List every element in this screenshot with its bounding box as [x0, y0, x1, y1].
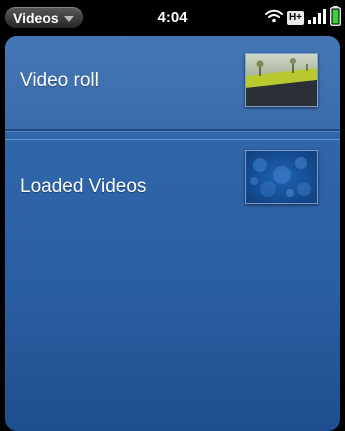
list-item-loaded-videos[interactable]: Loaded Videos	[5, 142, 340, 235]
status-icons: H+	[264, 5, 341, 31]
status-bar: Videos 4:04 H+	[0, 0, 345, 36]
row-divider	[5, 139, 340, 140]
list-item-label: Loaded Videos	[20, 176, 147, 197]
videos-list-card: Video roll Loaded Videos	[5, 36, 340, 431]
network-type-badge: H+	[286, 11, 304, 25]
battery-icon	[330, 5, 341, 31]
wifi-icon	[264, 9, 283, 28]
app-menu-button[interactable]: Videos	[5, 7, 83, 28]
signal-bars-icon	[308, 8, 326, 29]
app-menu-label: Videos	[13, 9, 59, 26]
outdoor-scene-thumbnail	[245, 53, 318, 107]
row-divider	[5, 129, 340, 131]
blue-bokeh-thumbnail	[245, 150, 318, 204]
list-item-label: Video roll	[20, 70, 99, 91]
chevron-down-icon	[63, 15, 74, 22]
list-item-video-roll[interactable]: Video roll	[5, 36, 340, 129]
